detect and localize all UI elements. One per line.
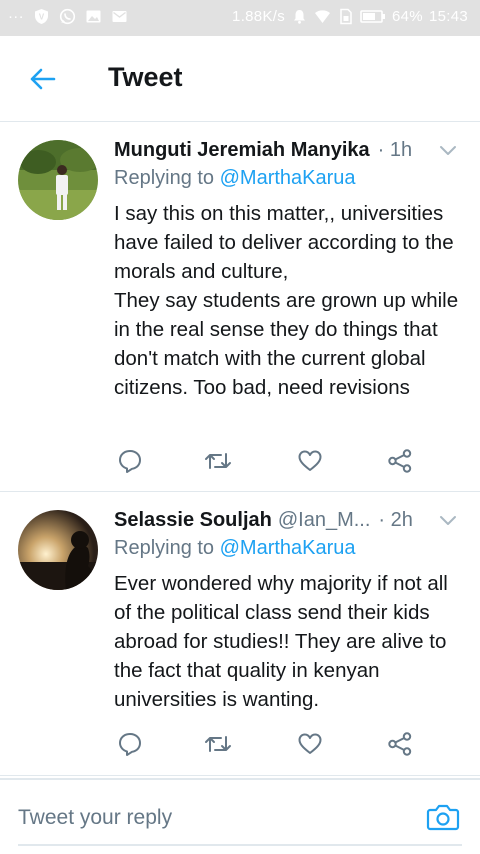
- avatar[interactable]: [18, 510, 98, 590]
- reply-icon: [119, 733, 141, 756]
- reply-button[interactable]: [116, 730, 144, 758]
- avatar[interactable]: [18, 140, 98, 220]
- arrow-left-icon: [30, 68, 56, 90]
- svg-text:V: V: [39, 13, 45, 22]
- sim-icon: [337, 8, 354, 25]
- reply-icon: [119, 450, 141, 473]
- like-icon: [298, 733, 322, 754]
- chevron-down-icon[interactable]: [436, 510, 460, 530]
- retweet-button[interactable]: [204, 730, 232, 758]
- share-button[interactable]: [386, 447, 414, 475]
- reply-button[interactable]: [116, 447, 144, 475]
- tweet-actions: [116, 730, 416, 760]
- replying-to-handle[interactable]: @MarthaKarua: [220, 537, 356, 559]
- tweet-item[interactable]: Munguti Jeremiah Manyika · 1h Replying t…: [0, 122, 480, 492]
- battery-icon: [360, 8, 386, 25]
- page-title: Tweet: [108, 62, 183, 92]
- image-icon: [85, 8, 102, 25]
- tweet-content: Selassie Souljah @Ian_M... · 2h Replying…: [114, 506, 464, 714]
- compose-bar: [0, 778, 480, 854]
- wifi-icon: [314, 8, 331, 25]
- replying-to-label: Replying to: [114, 167, 215, 189]
- author-name[interactable]: Selassie Souljah: [114, 509, 272, 532]
- vpn-icon: V: [33, 8, 50, 25]
- camera-icon: [426, 804, 460, 831]
- tweet-header: Selassie Souljah @Ian_M... · 2h: [114, 506, 464, 534]
- status-left: ··· V: [8, 8, 128, 25]
- replying-to: Replying to @MarthaKarua: [114, 167, 464, 195]
- share-icon: [388, 732, 412, 756]
- tweet-actions: [116, 447, 416, 477]
- chevron-down-icon[interactable]: [436, 140, 460, 160]
- like-button[interactable]: [296, 447, 324, 475]
- mail-icon: [111, 8, 128, 25]
- tweet-header: Munguti Jeremiah Manyika · 1h: [114, 136, 464, 164]
- like-icon: [298, 450, 322, 471]
- retweet-button[interactable]: [204, 447, 232, 475]
- replying-to-handle[interactable]: @MarthaKarua: [220, 167, 356, 189]
- tweet-item[interactable]: Selassie Souljah @Ian_M... · 2h Replying…: [0, 492, 480, 776]
- tweet-text: Ever wondered why majority if not all of…: [114, 572, 448, 711]
- author-handle[interactable]: @Ian_M...: [278, 509, 371, 532]
- status-dots: ···: [8, 8, 24, 25]
- tweet-time: · 2h: [378, 508, 413, 531]
- tweet-content: Munguti Jeremiah Manyika · 1h Replying t…: [114, 136, 464, 402]
- status-right: 1.88K/s 64% 15:43: [232, 8, 468, 25]
- author-name[interactable]: Munguti Jeremiah Manyika: [114, 139, 370, 162]
- retweet-icon: [205, 453, 231, 469]
- whatsapp-icon: [59, 8, 76, 25]
- back-button[interactable]: [22, 62, 62, 96]
- reply-input[interactable]: [18, 798, 408, 838]
- tweet-time: · 1h: [377, 138, 413, 161]
- retweet-icon: [205, 736, 231, 752]
- status-bar: ··· V 1.88K/s 64% 15:43: [0, 0, 480, 36]
- like-button[interactable]: [296, 730, 324, 758]
- replying-to: Replying to @MarthaKarua: [114, 537, 464, 565]
- clock: 15:43: [428, 8, 468, 25]
- input-underline: [18, 844, 462, 846]
- camera-button[interactable]: [426, 802, 460, 832]
- tweet-text: I say this on this matter,, universities…: [114, 202, 459, 399]
- replying-to-label: Replying to: [114, 537, 215, 559]
- battery-percent: 64%: [392, 8, 423, 25]
- alarm-icon: [291, 8, 308, 25]
- app-bar: Tweet: [0, 36, 480, 122]
- network-speed: 1.88K/s: [232, 8, 286, 25]
- share-icon: [388, 449, 412, 473]
- share-button[interactable]: [386, 730, 414, 758]
